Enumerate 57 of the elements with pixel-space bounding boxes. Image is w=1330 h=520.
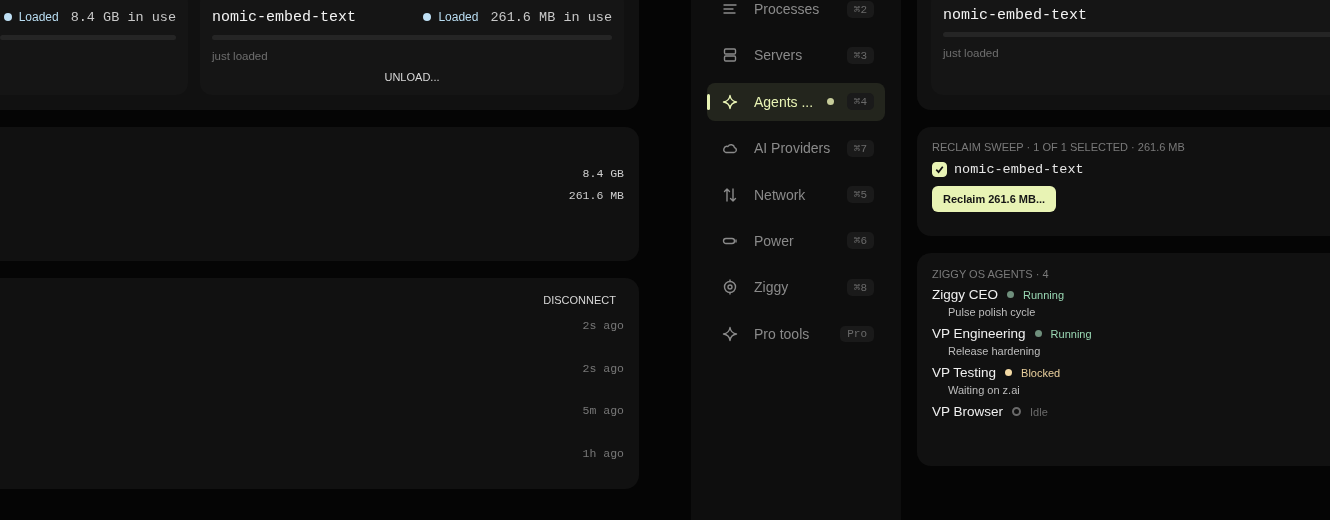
agent-status: Running — [1023, 288, 1064, 301]
shortcut-badge: ⌘8 — [846, 278, 874, 296]
shortcut-badge: ⌘4 — [846, 93, 874, 111]
shortcut-badge: ⌘2 — [846, 0, 874, 18]
sidebar-item[interactable]: Servers ⌘3 — [707, 36, 885, 75]
sparkle-icon — [722, 93, 738, 110]
agent-name: VP Engineering — [932, 326, 1026, 341]
list-icon — [722, 1, 738, 17]
shortcut-badge: ⌘6 — [846, 232, 874, 250]
agent-name: Ziggy CEO — [932, 287, 999, 302]
reclaim-button[interactable]: Reclaim 261.6 MB... — [932, 186, 1057, 212]
agent-task: Release hardening — [948, 345, 1042, 357]
status-dot — [3, 13, 12, 21]
server-icon — [722, 47, 738, 64]
sidebar-item[interactable]: Power ⌘6 — [707, 221, 885, 260]
sidebar-item[interactable]: Processes ⌘2 — [707, 0, 885, 28]
arrows-icon — [722, 186, 738, 203]
disconnect-button[interactable]: DISCONNECT — [539, 292, 620, 308]
agent-status: Blocked — [1021, 366, 1061, 379]
section-title: RECLAIM SWEEP · 1 OF 1 SELECTED · 261.6 MB — [932, 141, 1186, 153]
status-dot — [423, 13, 432, 21]
sidebar-item[interactable]: Agents ... ⌘4 — [707, 82, 885, 121]
timestamp: 1h ago — [582, 446, 624, 462]
agent-name: VP Browser — [932, 404, 1004, 419]
shortcut-badge: Pro — [840, 325, 874, 342]
model-name: nomic-embed-text — [943, 7, 1089, 24]
load-time: just loaded — [212, 50, 269, 62]
memory-usage: 261.6 MB in use — [490, 9, 612, 25]
status-label: Loaded — [18, 10, 59, 24]
agent-task: Pulse polish cycle — [948, 306, 1037, 318]
sidebar-item[interactable]: AI Providers ⌘7 — [707, 129, 885, 168]
status-label: Loaded — [438, 10, 479, 24]
sparkle-icon — [722, 325, 738, 342]
agent-status: Running — [1050, 327, 1092, 340]
memory-value: 261.6 MB — [568, 189, 624, 202]
timestamp: 2s ago — [582, 361, 624, 377]
timestamp: 2s ago — [582, 319, 624, 334]
sidebar-item[interactable]: Pro tools Pro — [707, 314, 885, 353]
section-title: ZIGGY OS AGENTS · 4 — [932, 268, 1050, 280]
shortcut-badge: ⌘3 — [846, 46, 874, 64]
model-name: nomic-embed-text — [954, 162, 1084, 177]
agent-status: Idle — [1030, 405, 1048, 418]
sidebar-item[interactable]: Ziggy ⌘8 — [707, 268, 885, 307]
checkbox[interactable] — [932, 162, 947, 177]
agent-task: Waiting on z.ai — [948, 384, 1021, 396]
model-name: nomic-embed-text — [212, 8, 357, 26]
shortcut-badge: ⌘7 — [846, 139, 874, 157]
memory-usage: 8.4 GB in use — [70, 9, 176, 25]
sidebar-item[interactable]: Network ⌘5 — [707, 175, 885, 214]
timestamp: 5m ago — [582, 404, 624, 419]
shortcut-badge: ⌘5 — [846, 186, 874, 204]
unload-button[interactable]: UNLOAD... — [380, 69, 444, 85]
selection-indicator — [707, 93, 710, 110]
memory-value: 8.4 GB — [582, 167, 624, 180]
agent-name: VP Testing — [932, 365, 997, 380]
target-icon — [722, 279, 738, 296]
load-time: just loaded — [943, 47, 1000, 59]
